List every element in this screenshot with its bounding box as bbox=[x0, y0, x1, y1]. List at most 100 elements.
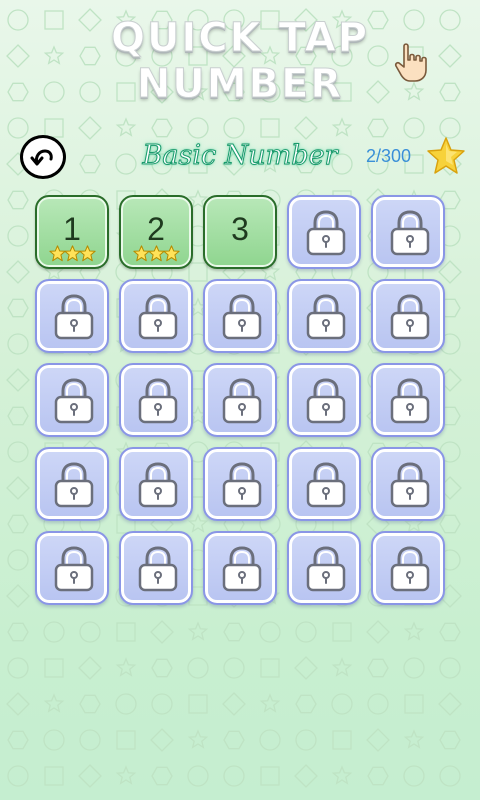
background-circle-shape bbox=[79, 729, 101, 751]
background-hex-shape bbox=[295, 694, 317, 714]
locked-level-tile[interactable] bbox=[287, 195, 361, 269]
background-circle-shape bbox=[151, 693, 173, 715]
background-circle-shape bbox=[331, 693, 353, 715]
background-star-shape bbox=[115, 657, 137, 677]
background-hex-shape bbox=[151, 658, 173, 678]
lock-icon bbox=[390, 378, 430, 424]
background-star-shape bbox=[331, 117, 353, 137]
background-diamond-shape bbox=[294, 116, 318, 140]
background-diamond-shape bbox=[6, 584, 30, 608]
rating-star-icon bbox=[162, 245, 180, 262]
locked-level-tile[interactable] bbox=[371, 531, 445, 605]
back-arrow-icon bbox=[30, 149, 53, 166]
background-square-shape bbox=[260, 766, 280, 786]
lock-icon bbox=[222, 294, 262, 340]
background-circle-shape bbox=[79, 621, 101, 643]
locked-level-tile[interactable] bbox=[371, 447, 445, 521]
level-tile-3[interactable]: 3 bbox=[203, 195, 277, 269]
level-tile-1[interactable]: 1 bbox=[35, 195, 109, 269]
background-diamond-shape bbox=[78, 656, 102, 680]
background-star-shape bbox=[331, 765, 353, 785]
background-circle-shape bbox=[7, 657, 29, 679]
background-circle-shape bbox=[403, 657, 425, 679]
gold-star-icon bbox=[427, 137, 465, 174]
background-square-shape bbox=[188, 262, 208, 282]
lock-icon bbox=[54, 546, 94, 592]
background-diamond-shape bbox=[222, 692, 246, 716]
background-square-shape bbox=[260, 658, 280, 678]
background-hex-shape bbox=[7, 622, 29, 642]
background-square-shape bbox=[260, 118, 280, 138]
locked-level-tile[interactable] bbox=[119, 363, 193, 437]
lock-icon bbox=[306, 378, 346, 424]
background-circle-shape bbox=[43, 729, 65, 751]
background-circle-shape bbox=[403, 117, 425, 139]
lock-icon bbox=[306, 462, 346, 508]
background-star-shape bbox=[403, 729, 425, 749]
lock-icon bbox=[306, 294, 346, 340]
background-circle-shape bbox=[115, 153, 137, 175]
locked-level-tile[interactable] bbox=[287, 447, 361, 521]
locked-level-tile[interactable] bbox=[371, 279, 445, 353]
level-star-rating bbox=[37, 245, 107, 265]
background-circle-shape bbox=[259, 621, 281, 643]
background-square-shape bbox=[116, 622, 136, 642]
background-diamond-shape bbox=[366, 728, 390, 752]
background-circle-shape bbox=[187, 765, 209, 787]
background-hex-shape bbox=[79, 154, 101, 174]
background-diamond-shape bbox=[78, 764, 102, 788]
pointing-hand-icon bbox=[394, 43, 427, 82]
star-counter: 2/300 bbox=[366, 146, 412, 166]
background-circle-shape bbox=[187, 117, 209, 139]
background-star-shape bbox=[115, 117, 137, 137]
locked-level-tile[interactable] bbox=[371, 195, 445, 269]
background-diamond-shape bbox=[78, 116, 102, 140]
background-circle-shape bbox=[115, 693, 137, 715]
locked-level-tile[interactable] bbox=[287, 279, 361, 353]
background-square-shape bbox=[332, 730, 352, 750]
locked-level-tile[interactable] bbox=[203, 279, 277, 353]
background-circle-shape bbox=[223, 765, 245, 787]
locked-level-tile[interactable] bbox=[371, 363, 445, 437]
locked-level-tile[interactable] bbox=[119, 531, 193, 605]
background-square-shape bbox=[44, 766, 64, 786]
background-square-shape bbox=[404, 694, 424, 714]
level-pack-title: Basic Number bbox=[142, 140, 338, 172]
background-circle-shape bbox=[367, 693, 389, 715]
locked-level-tile[interactable] bbox=[287, 363, 361, 437]
background-star-shape bbox=[187, 729, 209, 749]
locked-level-tile[interactable] bbox=[203, 447, 277, 521]
background-circle-shape bbox=[187, 657, 209, 679]
background-diamond-shape bbox=[150, 728, 174, 752]
locked-level-tile[interactable] bbox=[119, 279, 193, 353]
back-button[interactable] bbox=[20, 135, 66, 179]
locked-level-tile[interactable] bbox=[35, 363, 109, 437]
background-circle-shape bbox=[223, 117, 245, 139]
background-circle-shape bbox=[439, 117, 461, 139]
background-diamond-shape bbox=[6, 260, 30, 284]
background-circle-shape bbox=[43, 621, 65, 643]
locked-level-tile[interactable] bbox=[35, 279, 109, 353]
locked-level-tile[interactable] bbox=[287, 531, 361, 605]
background-square-shape bbox=[44, 118, 64, 138]
lock-icon bbox=[138, 378, 178, 424]
locked-level-tile[interactable] bbox=[203, 531, 277, 605]
background-circle-shape bbox=[439, 765, 461, 787]
lock-icon bbox=[222, 462, 262, 508]
locked-level-tile[interactable] bbox=[203, 363, 277, 437]
background-circle-shape bbox=[7, 441, 29, 463]
background-circle-shape bbox=[223, 657, 245, 679]
background-square-shape bbox=[188, 694, 208, 714]
lock-icon bbox=[138, 546, 178, 592]
background-circle-shape bbox=[7, 765, 29, 787]
level-number: 1 bbox=[63, 211, 81, 247]
locked-level-tile[interactable] bbox=[35, 531, 109, 605]
level-tile-2[interactable]: 2 bbox=[119, 195, 193, 269]
lock-icon bbox=[222, 546, 262, 592]
background-circle-shape bbox=[7, 333, 29, 355]
background-circle-shape bbox=[259, 729, 281, 751]
background-diamond-shape bbox=[366, 620, 390, 644]
locked-level-tile[interactable] bbox=[119, 447, 193, 521]
level-number: 2 bbox=[147, 211, 165, 247]
locked-level-tile[interactable] bbox=[35, 447, 109, 521]
